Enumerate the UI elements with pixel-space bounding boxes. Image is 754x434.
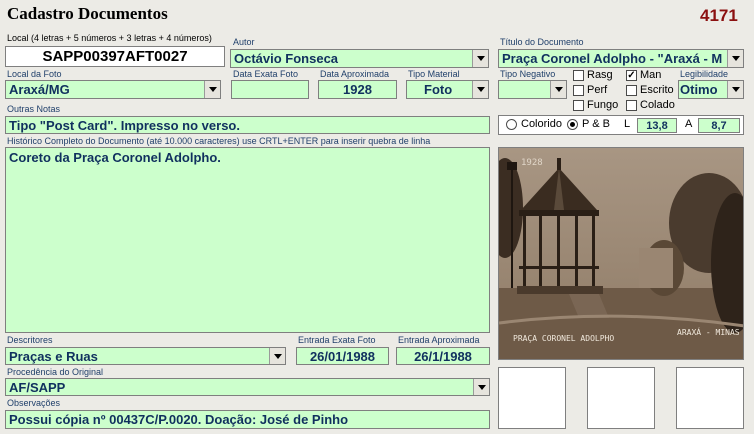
- thumbnail-box-3[interactable]: [676, 367, 744, 429]
- tipo-negativo-label: Tipo Negativo: [500, 69, 556, 79]
- colado-checkbox[interactable]: [626, 100, 637, 111]
- document-photo: 1928 PRAÇA CORONEL ADOLPHO ARAXÁ - MINAS: [498, 147, 744, 360]
- tipo-material-value: Foto: [424, 82, 453, 97]
- procedencia-dropdown-icon[interactable]: [473, 379, 489, 395]
- colorido-label: Colorido: [521, 118, 562, 130]
- procedencia-select[interactable]: AF/SAPP: [5, 378, 490, 396]
- entrada-aproximada-label: Entrada Aproximada: [398, 335, 480, 345]
- data-aproximada-label: Data Aproximada: [320, 69, 390, 79]
- fungo-checkbox[interactable]: [573, 100, 584, 111]
- titulo-select[interactable]: Praça Coronel Adolpho - "Araxá - M: [498, 49, 744, 68]
- altura-label: A: [685, 118, 693, 130]
- altura-input[interactable]: 8,7: [698, 118, 740, 133]
- descritores-value: Praças e Ruas: [9, 349, 98, 364]
- escrito-label: Escrito: [640, 84, 674, 96]
- fungo-label: Fungo: [587, 99, 619, 111]
- tipo-negativo-select[interactable]: [498, 80, 567, 99]
- historico-textarea[interactable]: Coreto da Praça Coronel Adolpho.: [5, 147, 490, 333]
- colado-label: Colado: [640, 99, 675, 111]
- entrada-exata-foto-input[interactable]: 26/01/1988: [296, 347, 389, 365]
- historico-label: Histórico Completo do Documento (até 10.…: [7, 136, 431, 146]
- legibilidade-dropdown-icon[interactable]: [727, 81, 743, 98]
- local-label: Local (4 letras + 5 números + 3 letras +…: [7, 33, 212, 43]
- local-input[interactable]: SAPP00397AFT0027: [5, 46, 225, 67]
- autor-dropdown-icon[interactable]: [472, 50, 488, 67]
- largura-input[interactable]: 13,8: [637, 118, 677, 133]
- man-checkbox[interactable]: ✓: [626, 70, 637, 81]
- procedencia-value: AF/SAPP: [9, 380, 66, 395]
- local-foto-select[interactable]: Araxá/MG: [5, 80, 221, 99]
- entrada-exata-foto-label: Entrada Exata Foto: [298, 335, 376, 345]
- legibilidade-label: Legibilidade: [680, 69, 729, 79]
- record-number: 4171: [700, 6, 738, 25]
- pb-label: P & B: [582, 118, 610, 130]
- rasg-label: Rasg: [587, 69, 613, 81]
- pb-radio[interactable]: [567, 119, 578, 130]
- entrada-aproximada-input[interactable]: 26/1/1988: [396, 347, 490, 365]
- data-exata-foto-label: Data Exata Foto: [233, 69, 299, 79]
- page-title: Cadastro Documentos: [7, 4, 168, 23]
- photo-caption-right: ARAXÁ - MINAS: [677, 328, 740, 337]
- perf-label: Perf: [587, 84, 608, 96]
- autor-select[interactable]: Octávio Fonseca: [230, 49, 489, 68]
- titulo-label: Título do Documento: [500, 37, 584, 47]
- procedencia-label: Procedência do Original: [7, 367, 104, 377]
- observacoes-input[interactable]: Possui cópia nº 00437C/P.0020. Doação: J…: [5, 410, 490, 429]
- thumbnail-box-1[interactable]: [498, 367, 566, 429]
- local-foto-label: Local da Foto: [7, 69, 62, 79]
- rasg-checkbox[interactable]: [573, 70, 584, 81]
- legibilidade-select[interactable]: Otimo: [678, 80, 744, 99]
- thumbnail-box-2[interactable]: [587, 367, 655, 429]
- titulo-dropdown-icon[interactable]: [727, 50, 743, 67]
- tipo-material-select[interactable]: Foto: [406, 80, 489, 99]
- tipo-material-label: Tipo Material: [408, 69, 460, 79]
- escrito-checkbox[interactable]: [626, 85, 637, 96]
- observacoes-label: Observações: [7, 398, 61, 408]
- autor-value: Octávio Fonseca: [234, 51, 339, 66]
- local-foto-dropdown-icon[interactable]: [204, 81, 220, 98]
- legibilidade-value: Otimo: [680, 82, 718, 97]
- colorido-radio[interactable]: [506, 119, 517, 130]
- local-foto-value: Araxá/MG: [9, 82, 70, 97]
- perf-checkbox[interactable]: [573, 85, 584, 96]
- photo-caption-left: PRAÇA CORONEL ADOLPHO: [513, 334, 615, 343]
- largura-label: L: [624, 118, 631, 130]
- autor-label: Autor: [233, 37, 255, 47]
- data-exata-foto-input[interactable]: [231, 80, 309, 99]
- tipo-material-dropdown-icon[interactable]: [472, 81, 488, 98]
- descritores-label: Descritores: [7, 335, 53, 345]
- descritores-select[interactable]: Praças e Ruas: [5, 347, 286, 365]
- tipo-negativo-dropdown-icon[interactable]: [550, 81, 566, 98]
- outras-notas-label: Outras Notas: [7, 104, 61, 114]
- descritores-dropdown-icon[interactable]: [269, 348, 285, 364]
- man-label: Man: [640, 69, 662, 81]
- photo-corner-text: 1928: [521, 158, 543, 168]
- titulo-value: Praça Coronel Adolpho - "Araxá - M: [502, 51, 723, 66]
- data-aproximada-input[interactable]: 1928: [318, 80, 397, 99]
- outras-notas-input[interactable]: Tipo "Post Card". Impresso no verso.: [5, 116, 490, 134]
